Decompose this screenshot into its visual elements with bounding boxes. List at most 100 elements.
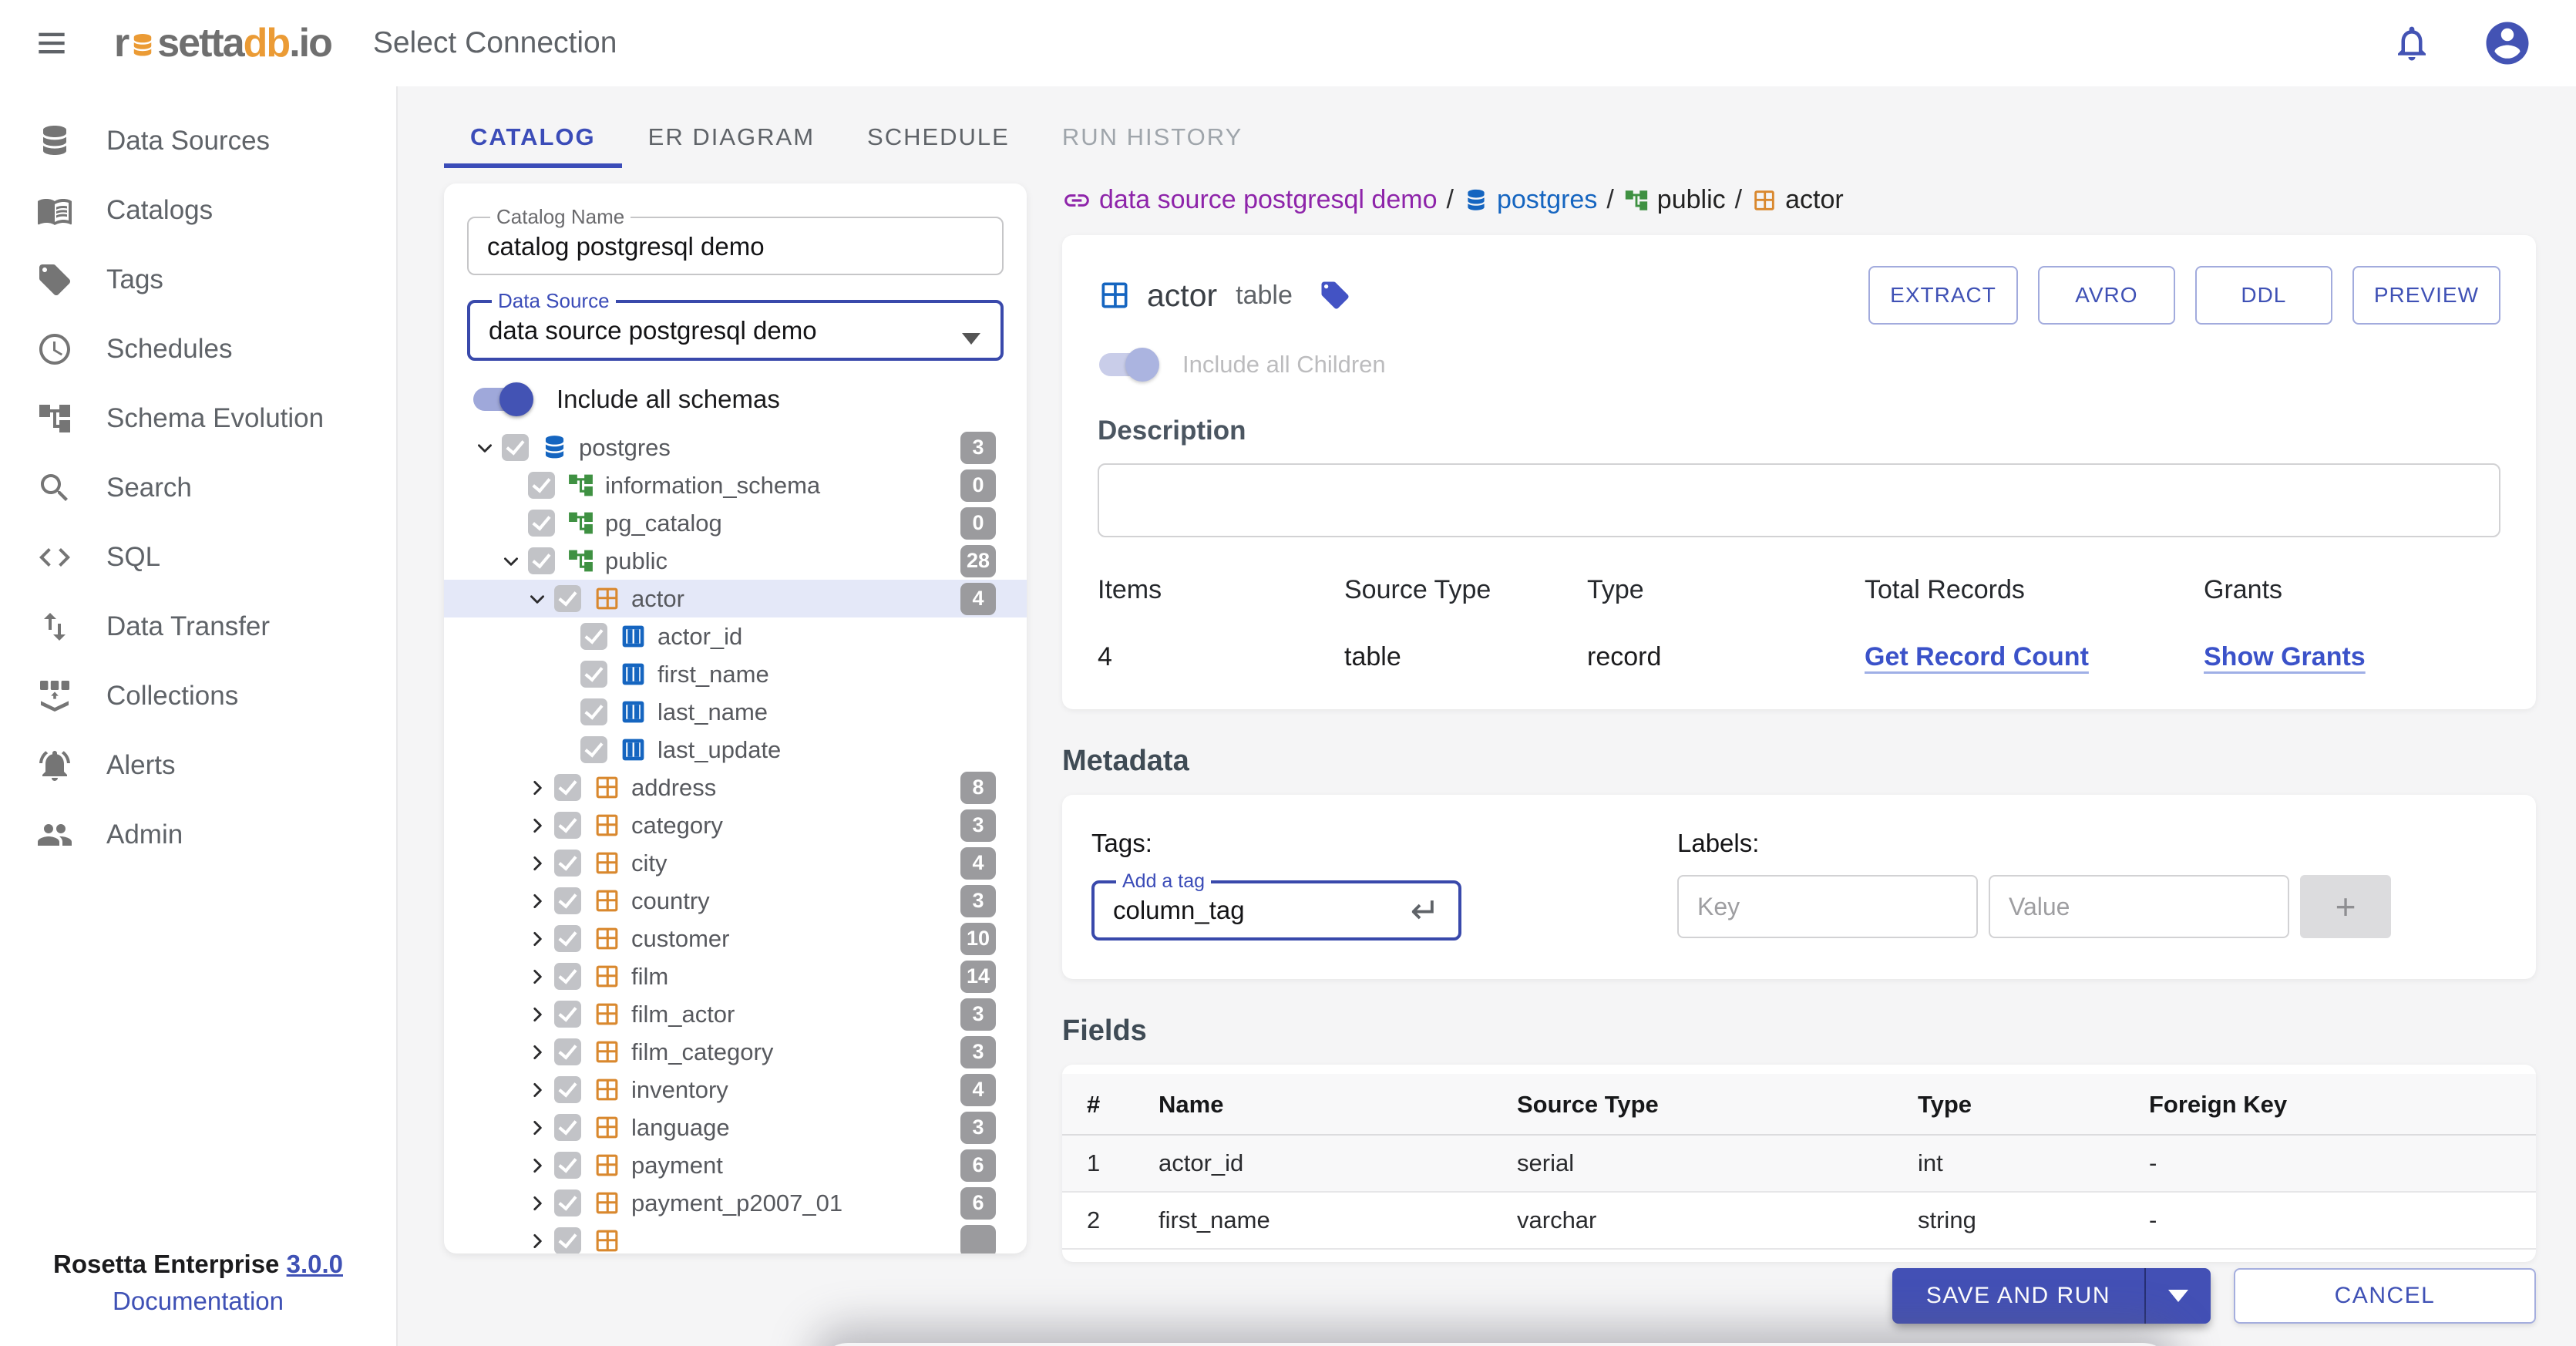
tree-row[interactable]: payment_p2007_01 6: [444, 1184, 1027, 1222]
add-label-button[interactable]: +: [2300, 875, 2391, 938]
checkbox[interactable]: [528, 472, 555, 499]
checkbox[interactable]: [554, 1038, 581, 1065]
breadcrumb-table[interactable]: actor: [1751, 185, 1844, 215]
tree-row[interactable]: city 4: [444, 844, 1027, 882]
tree-row[interactable]: inventory 4: [444, 1071, 1027, 1109]
description-input[interactable]: [1098, 463, 2500, 537]
action-button-preview[interactable]: PREVIEW: [2352, 266, 2500, 325]
checkbox[interactable]: [528, 510, 555, 537]
tree-row[interactable]: last_update: [444, 731, 1027, 769]
checkbox[interactable]: [554, 585, 581, 612]
tab-er-diagram[interactable]: ER DIAGRAM: [622, 113, 841, 168]
chevron-down-icon[interactable]: [2146, 1268, 2211, 1324]
action-button-ddl[interactable]: DDL: [2194, 266, 2332, 325]
checkbox[interactable]: [554, 1152, 581, 1179]
chevron-icon[interactable]: [524, 850, 550, 877]
version-link[interactable]: 3.0.0: [287, 1250, 343, 1278]
checkbox[interactable]: [554, 1001, 581, 1028]
tree-row[interactable]: postgres 3: [444, 429, 1027, 466]
include-all-children-toggle[interactable]: [1098, 348, 1159, 382]
sidebar-item-catalogs[interactable]: Catalogs: [0, 176, 396, 245]
checkbox[interactable]: [554, 1190, 581, 1216]
chevron-icon[interactable]: [524, 1077, 550, 1103]
chevron-icon[interactable]: [472, 435, 498, 461]
sidebar-item-data-sources[interactable]: Data Sources: [0, 106, 396, 176]
tab-run-history[interactable]: RUN HISTORY: [1036, 113, 1269, 168]
chevron-icon[interactable]: [524, 1190, 550, 1216]
sidebar-item-sql[interactable]: SQL: [0, 523, 396, 592]
checkbox[interactable]: [554, 1114, 581, 1141]
chevron-icon[interactable]: [524, 1001, 550, 1028]
get-record-count-link[interactable]: Get Record Count: [1865, 642, 2204, 672]
tag-input[interactable]: column_tag: [1113, 894, 1245, 927]
tree-row[interactable]: public 28: [444, 542, 1027, 580]
checkbox[interactable]: [554, 963, 581, 990]
chevron-icon[interactable]: [524, 586, 550, 612]
tab-catalog[interactable]: CATALOG: [444, 113, 622, 168]
sidebar-item-data-transfer[interactable]: Data Transfer: [0, 592, 396, 661]
sidebar-item-schedules[interactable]: Schedules: [0, 315, 396, 384]
tree-row[interactable]: language 3: [444, 1109, 1027, 1146]
tree-row[interactable]: film 14: [444, 957, 1027, 995]
app-logo[interactable]: r setta db .io: [114, 20, 333, 66]
catalog-name-field[interactable]: Catalog Name catalog postgresql demo: [467, 205, 1004, 275]
tree-row[interactable]: customer 10: [444, 920, 1027, 957]
include-all-schemas-toggle[interactable]: [472, 382, 533, 416]
show-grants-link[interactable]: Show Grants: [2204, 642, 2500, 672]
checkbox[interactable]: [554, 1227, 581, 1253]
checkbox[interactable]: [554, 812, 581, 839]
chevron-icon[interactable]: [524, 964, 550, 990]
add-tag-field[interactable]: Add a tag column_tag ↵: [1091, 870, 1461, 941]
chevron-icon[interactable]: [524, 1115, 550, 1141]
data-source-select[interactable]: Data Source data source postgresql demo: [467, 289, 1004, 361]
documentation-link[interactable]: Documentation: [0, 1283, 396, 1320]
tree-row[interactable]: actor 4: [444, 580, 1027, 617]
tree-row[interactable]: category 3: [444, 806, 1027, 844]
checkbox[interactable]: [528, 547, 555, 574]
checkbox[interactable]: [554, 850, 581, 877]
breadcrumb-data-source[interactable]: data source postgresql demo: [1062, 185, 1437, 215]
chevron-icon[interactable]: [524, 888, 550, 914]
action-button-extract[interactable]: EXTRACT: [1868, 266, 2018, 325]
tree-row[interactable]: information_schema 0: [444, 466, 1027, 504]
catalog-name-input[interactable]: catalog postgresql demo: [484, 229, 987, 263]
checkbox[interactable]: [554, 774, 581, 801]
avatar[interactable]: [2482, 18, 2533, 69]
chevron-icon[interactable]: [524, 1039, 550, 1065]
tree-row[interactable]: last_name: [444, 693, 1027, 731]
tab-schedule[interactable]: SCHEDULE: [841, 113, 1036, 168]
checkbox[interactable]: [580, 698, 607, 725]
label-value-input[interactable]: [1989, 875, 2289, 938]
checkbox[interactable]: [554, 925, 581, 952]
chevron-icon[interactable]: [524, 926, 550, 952]
chevron-icon[interactable]: [524, 813, 550, 839]
tree-row[interactable]: film_actor 3: [444, 995, 1027, 1033]
sidebar-item-schema-evolution[interactable]: Schema Evolution: [0, 384, 396, 453]
tree-row[interactable]: payment 6: [444, 1146, 1027, 1184]
tree-row[interactable]: pg_catalog 0: [444, 504, 1027, 542]
save-and-run-button[interactable]: SAVE AND RUN: [1892, 1268, 2211, 1324]
sidebar-item-tags[interactable]: Tags: [0, 245, 396, 315]
sidebar-item-alerts[interactable]: Alerts: [0, 731, 396, 800]
checkbox[interactable]: [554, 887, 581, 914]
breadcrumb-database[interactable]: postgres: [1463, 185, 1597, 215]
action-button-avro[interactable]: AVRO: [2037, 266, 2175, 325]
checkbox[interactable]: [580, 623, 607, 650]
checkbox[interactable]: [502, 434, 529, 461]
chevron-icon[interactable]: [524, 775, 550, 801]
tree-row[interactable]: film_category 3: [444, 1033, 1027, 1071]
tree-row[interactable]: first_name: [444, 655, 1027, 693]
tree-row[interactable]: [444, 1222, 1027, 1253]
menu-icon[interactable]: [32, 28, 71, 59]
sidebar-item-admin[interactable]: Admin: [0, 800, 396, 870]
chevron-icon[interactable]: [524, 1228, 550, 1254]
tree-row[interactable]: actor_id: [444, 617, 1027, 655]
checkbox[interactable]: [580, 736, 607, 763]
sidebar-item-search[interactable]: Search: [0, 453, 396, 523]
chevron-icon[interactable]: [498, 548, 524, 574]
tree-row[interactable]: address 8: [444, 769, 1027, 806]
breadcrumb-schema[interactable]: public: [1623, 185, 1726, 215]
checkbox[interactable]: [580, 661, 607, 688]
tree-row[interactable]: country 3: [444, 882, 1027, 920]
label-key-input[interactable]: [1677, 875, 1978, 938]
